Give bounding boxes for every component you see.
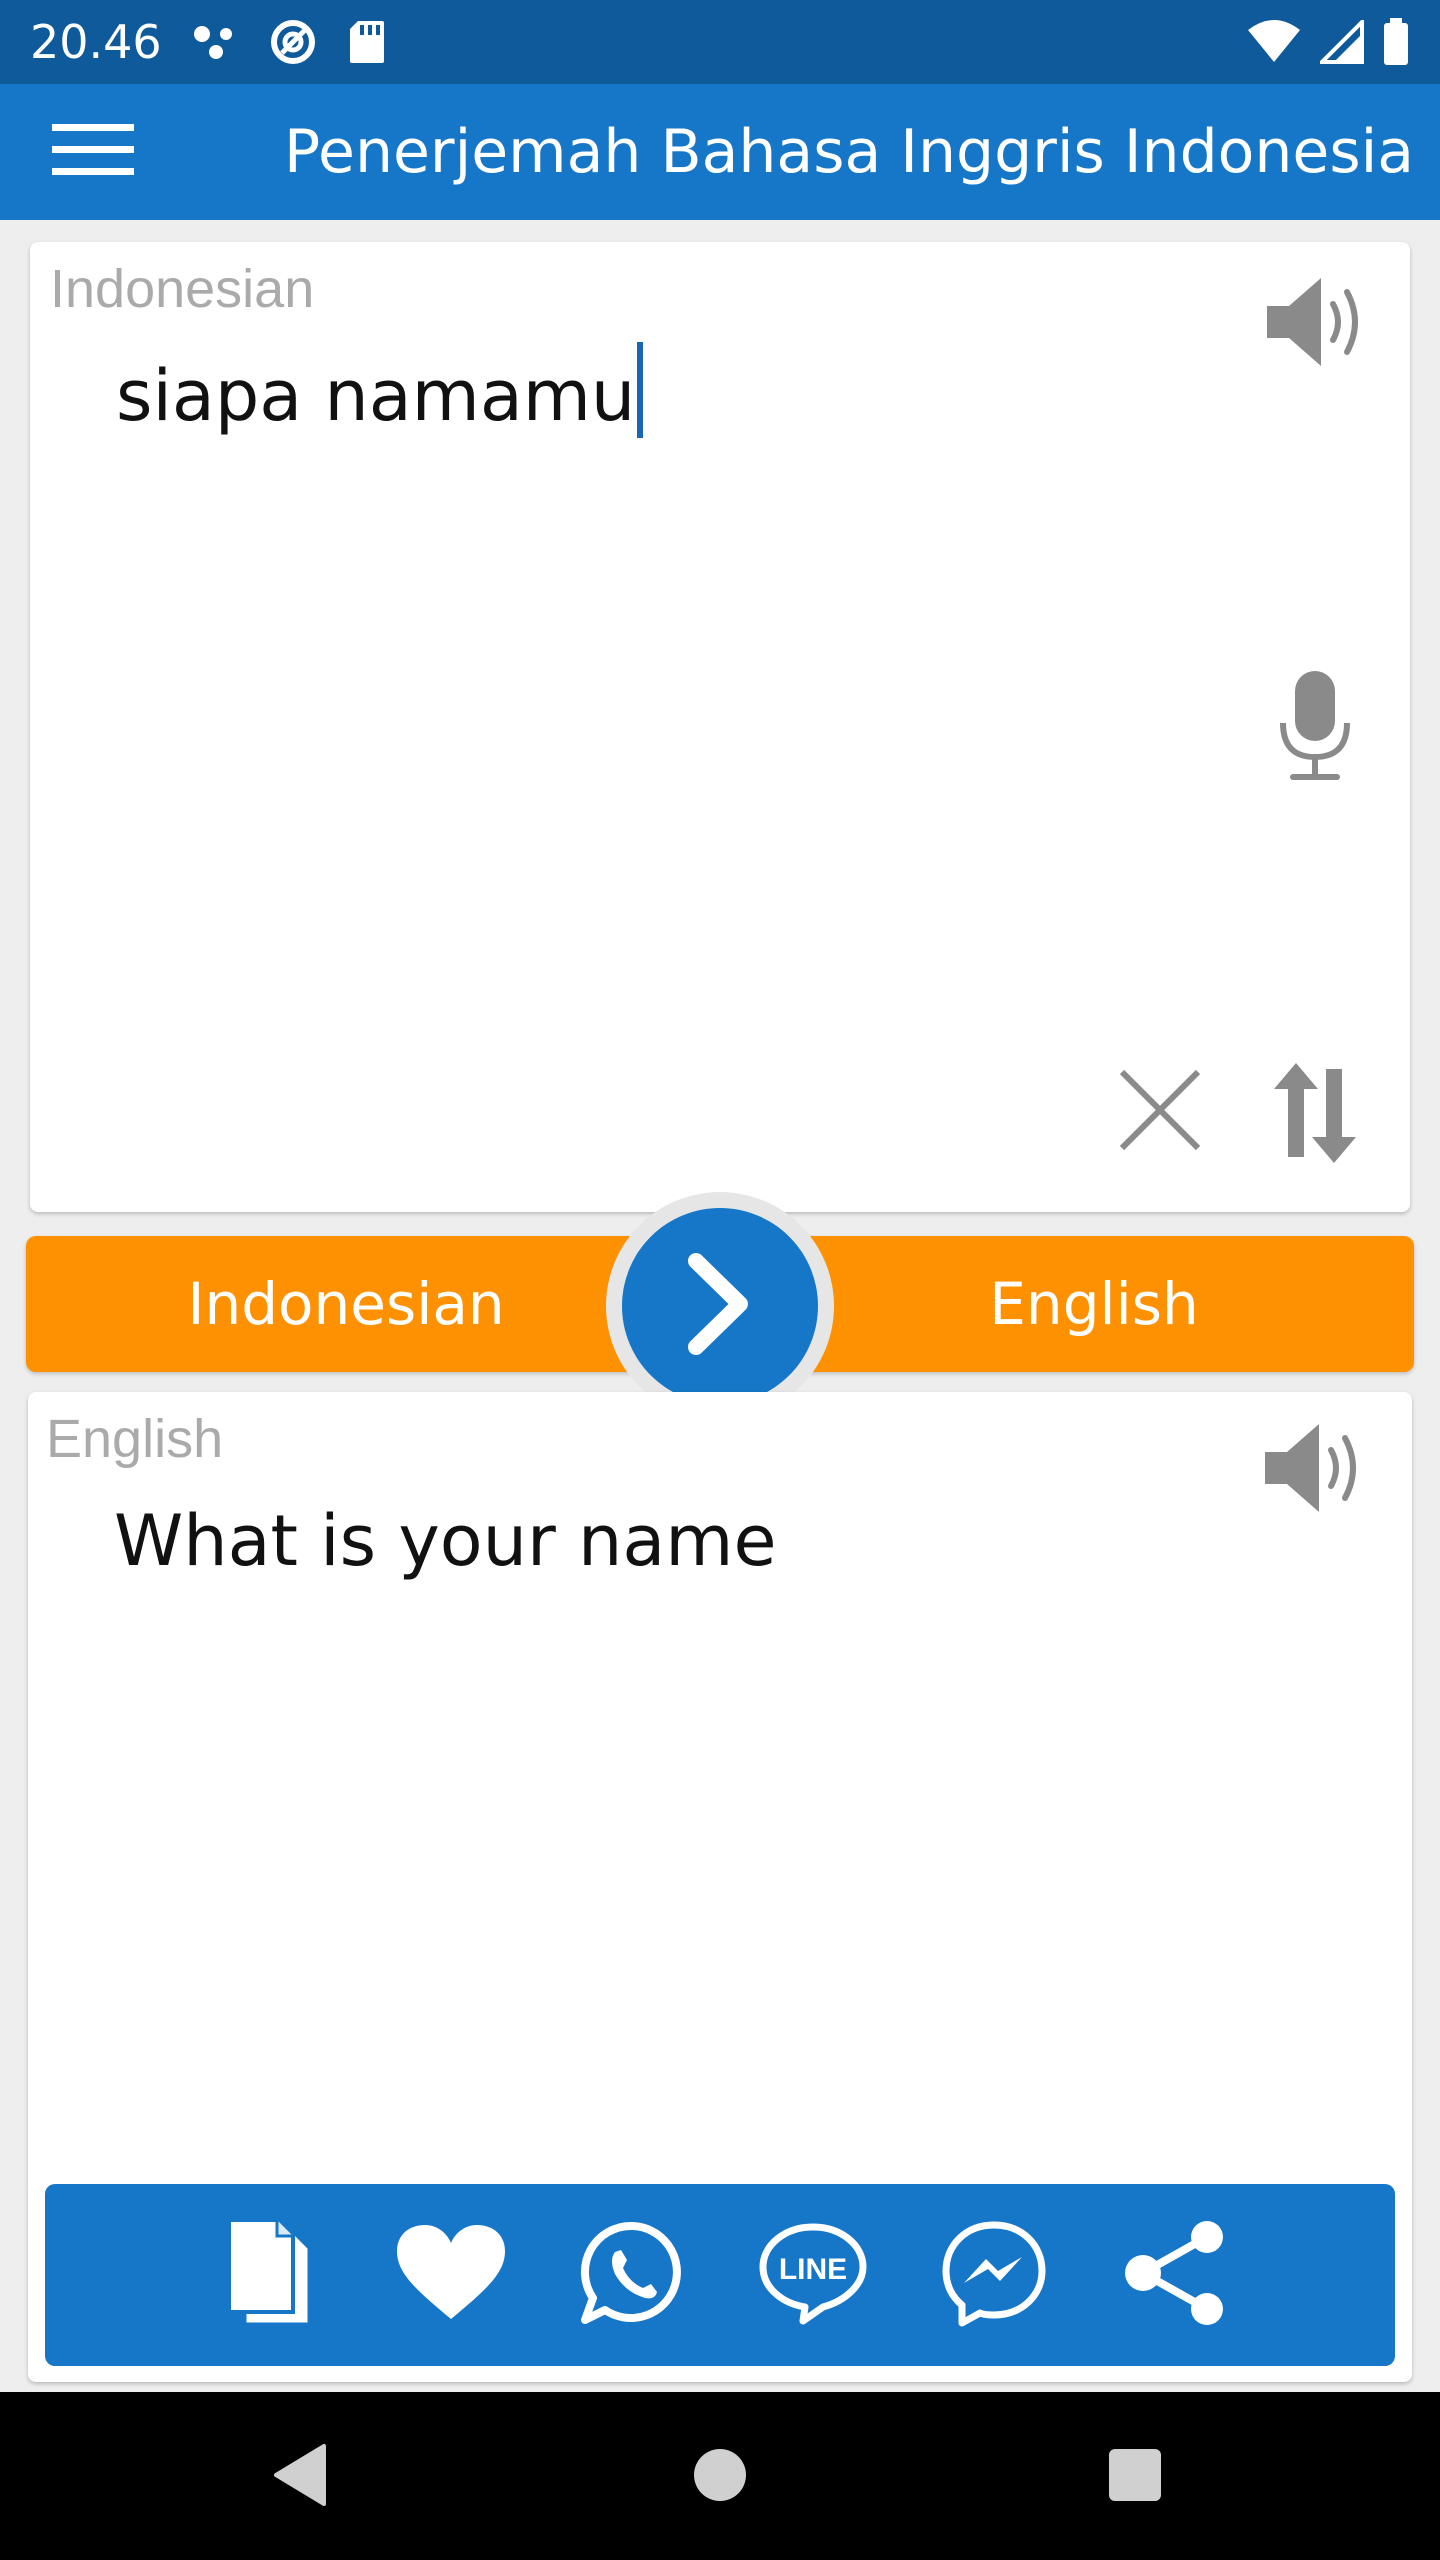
status-bar: 20.46 (0, 0, 1440, 84)
share-button[interactable] (1115, 2220, 1235, 2330)
close-icon (1118, 1068, 1202, 1156)
microphone-icon (1277, 669, 1353, 785)
messenger-share-button[interactable] (934, 2220, 1054, 2330)
source-language-label: Indonesian (50, 259, 315, 319)
signal-icon (1320, 20, 1364, 64)
action-bar: LINE (45, 2184, 1395, 2366)
home-circle-icon (690, 2445, 750, 2509)
clear-text-button[interactable] (1100, 1062, 1220, 1162)
svg-text:LINE: LINE (779, 2253, 847, 2286)
status-time: 20.46 (30, 15, 162, 69)
sd-card-icon (348, 19, 386, 65)
recents-button[interactable] (1090, 2432, 1180, 2522)
microphone-button[interactable] (1260, 662, 1370, 792)
source-speak-button[interactable] (1250, 266, 1380, 382)
system-navigation-bar (0, 2392, 1440, 2560)
source-text: siapa namamu (116, 355, 636, 437)
text-caret (637, 342, 644, 438)
speaker-icon (1261, 1420, 1365, 1520)
copy-button[interactable] (210, 2218, 330, 2332)
messenger-icon (940, 2219, 1048, 2331)
favorite-button[interactable] (391, 2220, 511, 2330)
target-speak-button[interactable] (1248, 1412, 1378, 1528)
translated-text: What is your name (114, 1500, 777, 1582)
recents-square-icon (1105, 2445, 1165, 2509)
app-title: Penerjemah Bahasa Inggris Indonesia (284, 117, 1415, 187)
line-share-button[interactable]: LINE (753, 2220, 873, 2330)
no-disturb-icon (268, 17, 318, 67)
translate-button-inner (622, 1208, 818, 1404)
heart-icon (395, 2223, 507, 2327)
swap-vertical-icon (1270, 1061, 1360, 1169)
speaker-icon (1263, 274, 1367, 374)
chevron-right-icon (680, 1249, 760, 1363)
assistant-dots-icon (192, 22, 238, 62)
back-triangle-icon (270, 2442, 330, 2512)
copy-icon (225, 2218, 315, 2332)
source-language-selector[interactable]: Indonesian (26, 1236, 666, 1372)
wifi-icon (1246, 20, 1302, 64)
whatsapp-share-button[interactable] (572, 2220, 692, 2330)
home-button[interactable] (675, 2432, 765, 2522)
menu-button[interactable] (52, 84, 172, 220)
whatsapp-icon (579, 2220, 685, 2330)
target-language-label: English (46, 1409, 224, 1469)
back-button[interactable] (255, 2432, 345, 2522)
target-language-selector[interactable]: English (774, 1236, 1414, 1372)
source-text-input[interactable]: siapa namamu (116, 342, 644, 438)
swap-languages-button[interactable] (1260, 1057, 1370, 1172)
source-panel: Indonesian siapa namamu (30, 242, 1410, 1212)
app-bar: Penerjemah Bahasa Inggris Indonesia (0, 84, 1440, 220)
line-icon: LINE (757, 2221, 869, 2329)
battery-icon (1382, 18, 1410, 66)
hamburger-icon (52, 122, 134, 182)
share-icon (1121, 2219, 1229, 2331)
translate-button[interactable] (606, 1192, 834, 1420)
